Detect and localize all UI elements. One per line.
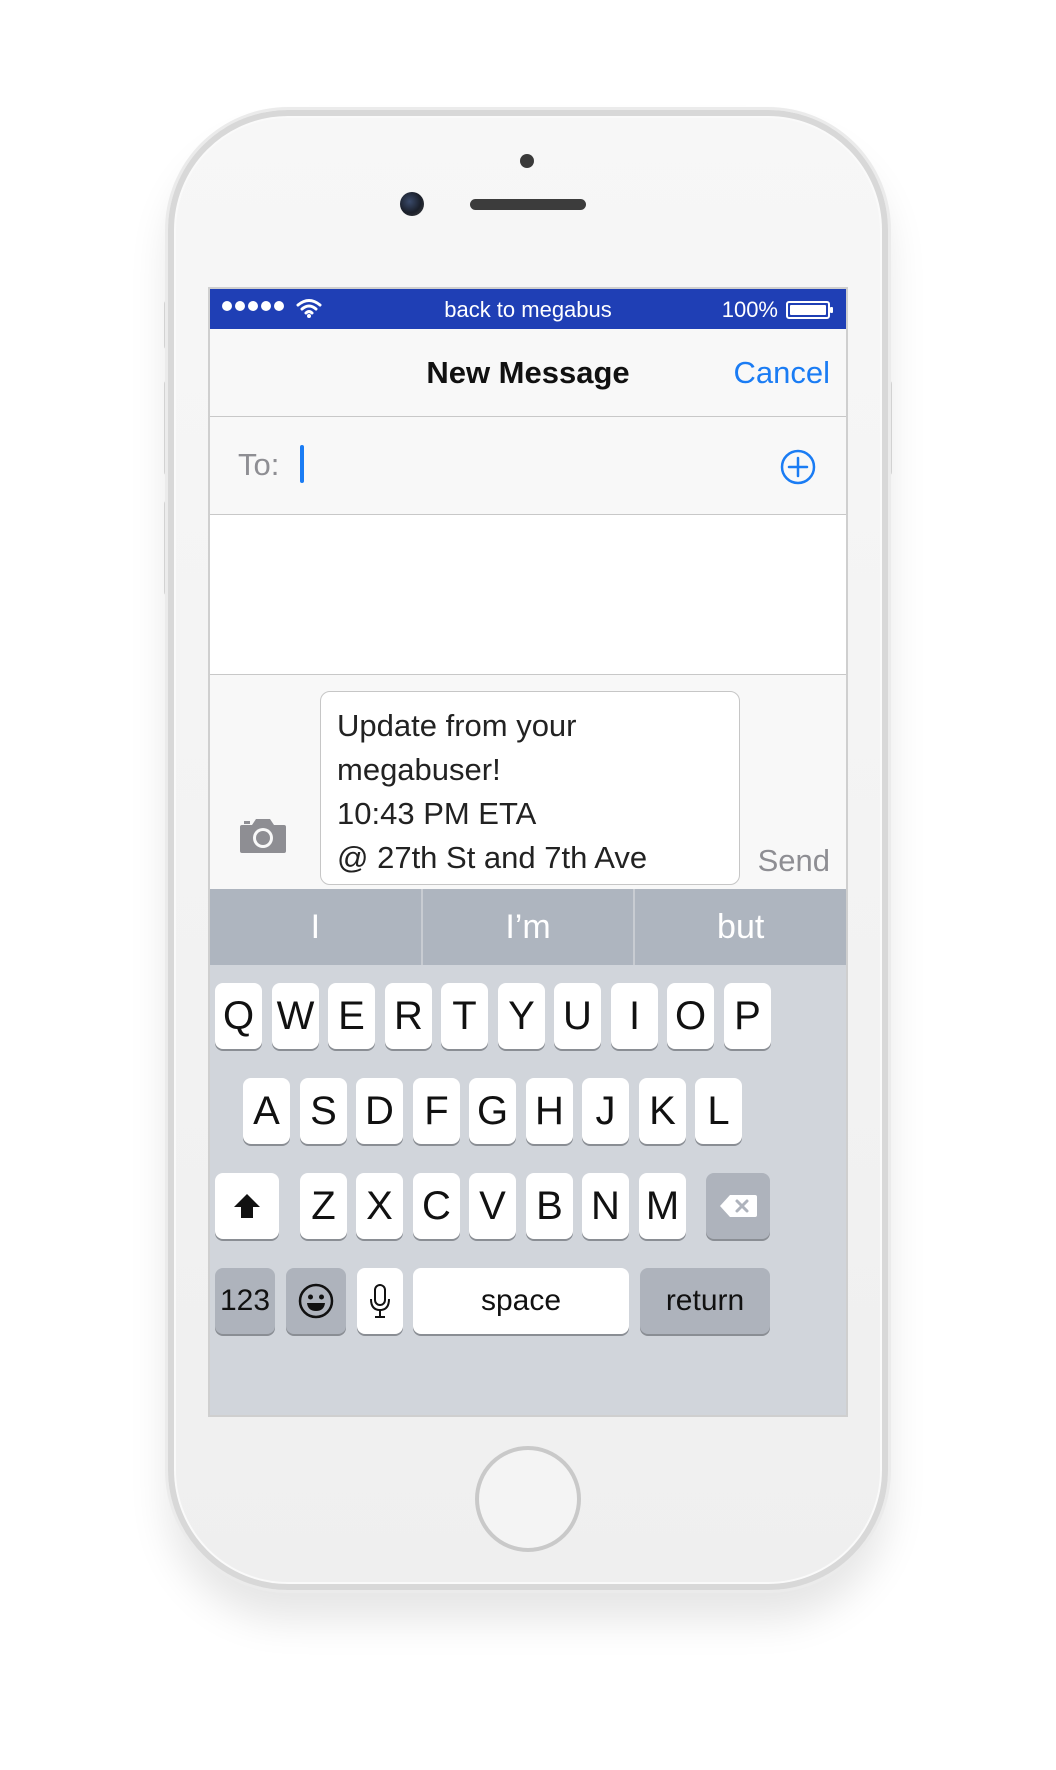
- key-t[interactable]: T: [441, 983, 488, 1049]
- home-button[interactable]: [475, 1446, 581, 1552]
- key-m[interactable]: M: [639, 1173, 686, 1239]
- delete-key[interactable]: [706, 1173, 770, 1239]
- backspace-icon: [720, 1195, 757, 1217]
- microphone-icon: [370, 1284, 390, 1318]
- camera-icon[interactable]: [238, 815, 288, 855]
- send-button[interactable]: Send: [758, 843, 830, 879]
- key-n[interactable]: N: [582, 1173, 629, 1239]
- key-i[interactable]: I: [611, 983, 658, 1049]
- key-o[interactable]: O: [667, 983, 714, 1049]
- key-w[interactable]: W: [272, 983, 319, 1049]
- key-v[interactable]: V: [469, 1173, 516, 1239]
- conversation-area: [210, 515, 846, 675]
- emoji-key[interactable]: [286, 1268, 346, 1334]
- return-key[interactable]: return: [640, 1268, 770, 1334]
- microphone-key[interactable]: [357, 1268, 403, 1334]
- suggestion-item[interactable]: but: [635, 889, 846, 965]
- message-line: 10:43 PM ETA: [337, 796, 537, 831]
- key-b[interactable]: B: [526, 1173, 573, 1239]
- nav-bar: New Message Cancel: [210, 329, 846, 417]
- key-a[interactable]: A: [243, 1078, 290, 1144]
- key-q[interactable]: Q: [215, 983, 262, 1049]
- compose-bar: Update from your megabuser! 10:43 PM ETA…: [210, 675, 846, 885]
- shift-key[interactable]: [215, 1173, 279, 1239]
- space-key[interactable]: space: [413, 1268, 629, 1334]
- key-x[interactable]: X: [356, 1173, 403, 1239]
- status-bar[interactable]: back to megabus 100%: [210, 289, 846, 329]
- battery-icon: [786, 301, 833, 319]
- key-s[interactable]: S: [300, 1078, 347, 1144]
- key-c[interactable]: C: [413, 1173, 460, 1239]
- text-cursor: [300, 445, 304, 483]
- key-h[interactable]: H: [526, 1078, 573, 1144]
- key-k[interactable]: K: [639, 1078, 686, 1144]
- front-camera: [400, 192, 424, 216]
- key-y[interactable]: Y: [498, 983, 545, 1049]
- proximity-sensor: [520, 154, 534, 168]
- key-l[interactable]: L: [695, 1078, 742, 1144]
- numbers-key[interactable]: 123: [215, 1268, 275, 1334]
- key-p[interactable]: P: [724, 983, 771, 1049]
- key-f[interactable]: F: [413, 1078, 460, 1144]
- cancel-button[interactable]: Cancel: [734, 355, 831, 391]
- screen: back to megabus 100% New Message Cancel …: [208, 287, 848, 1417]
- plus-circle-icon[interactable]: [780, 449, 816, 485]
- battery-percent: 100%: [721, 297, 778, 322]
- message-line: @ 27th St and 7th Ave: [337, 840, 648, 875]
- shift-arrow-icon: [234, 1194, 260, 1218]
- earpiece-speaker: [470, 199, 586, 210]
- key-g[interactable]: G: [469, 1078, 516, 1144]
- to-label: To:: [238, 447, 280, 482]
- message-input[interactable]: Update from your megabuser! 10:43 PM ETA…: [320, 691, 740, 885]
- suggestion-item[interactable]: I’m: [423, 889, 636, 965]
- key-d[interactable]: D: [356, 1078, 403, 1144]
- key-r[interactable]: R: [385, 983, 432, 1049]
- key-u[interactable]: U: [554, 983, 601, 1049]
- suggestion-bar: I I’m but: [210, 889, 846, 965]
- message-line: megabuser!: [337, 752, 501, 787]
- key-e[interactable]: E: [328, 983, 375, 1049]
- keyboard: Q W E R T Y U I O P A S D F G H J K L Z …: [210, 965, 846, 1415]
- key-z[interactable]: Z: [300, 1173, 347, 1239]
- key-j[interactable]: J: [582, 1078, 629, 1144]
- message-line: Update from your: [337, 708, 577, 743]
- emoji-icon: [298, 1283, 334, 1319]
- recipient-row[interactable]: To:: [210, 417, 846, 515]
- suggestion-item[interactable]: I: [210, 889, 423, 965]
